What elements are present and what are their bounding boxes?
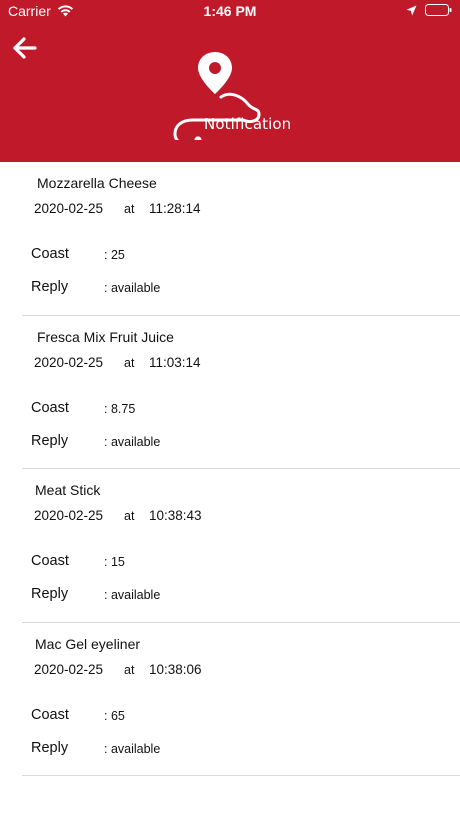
reply-value: : available bbox=[104, 741, 161, 756]
coast-value: : 8.75 bbox=[104, 401, 136, 416]
status-bar: Carrier 1:46 PM bbox=[0, 0, 460, 22]
back-arrow-icon[interactable] bbox=[12, 36, 38, 60]
product-name: Mac Gel eyeliner bbox=[35, 635, 141, 652]
coast-value: : 65 bbox=[104, 708, 125, 723]
product-name: Mozzarella Cheese bbox=[37, 175, 157, 191]
notification-item[interactable]: Meat Stick 2020-02-25 at 10:38:43 Coast … bbox=[0, 469, 460, 623]
logo-text: Notification bbox=[204, 115, 292, 133]
product-name: Meat Stick bbox=[35, 482, 101, 498]
notification-list: Mozzarella Cheese 2020-02-25 at 11:28:14… bbox=[0, 162, 460, 776]
reply-label: Reply bbox=[31, 432, 69, 449]
product-name: Fresca Mix Fruit Juice bbox=[37, 328, 174, 345]
reply-value: : available bbox=[104, 281, 161, 295]
reply-label: Reply bbox=[31, 739, 69, 756]
coast-value: : 25 bbox=[104, 248, 125, 262]
status-time: 1:46 PM bbox=[203, 3, 257, 19]
notification-item[interactable]: Fresca Mix Fruit Juice 2020-02-25 at 11:… bbox=[0, 316, 460, 470]
coast-label: Coast bbox=[31, 399, 69, 416]
notification-time: 10:38:43 bbox=[149, 508, 202, 523]
coast-label: Coast bbox=[31, 246, 69, 262]
notification-date: 2020-02-25 bbox=[34, 508, 104, 523]
coast-value: : 15 bbox=[104, 555, 125, 569]
at-label: at bbox=[124, 662, 135, 677]
at-label: at bbox=[124, 509, 135, 523]
coast-label: Coast bbox=[31, 706, 69, 723]
at-label: at bbox=[124, 202, 135, 216]
status-right bbox=[406, 4, 452, 16]
notification-date: 2020-02-25 bbox=[34, 201, 104, 216]
notification-date: 2020-02-25 bbox=[34, 661, 104, 677]
notification-item[interactable]: Mozzarella Cheese 2020-02-25 at 11:28:14… bbox=[0, 162, 460, 316]
notification-time: 11:28:14 bbox=[149, 201, 201, 216]
coast-label: Coast bbox=[31, 553, 69, 569]
at-label: at bbox=[124, 355, 135, 370]
header: Notification bbox=[0, 22, 460, 162]
reply-value: : available bbox=[104, 588, 161, 602]
reply-label: Reply bbox=[31, 279, 69, 295]
notification-time: 11:03:14 bbox=[149, 354, 201, 370]
notification-time: 10:38:06 bbox=[149, 661, 202, 677]
battery-icon bbox=[425, 4, 452, 16]
notification-item[interactable]: Mac Gel eyeliner 2020-02-25 at 10:38:06 … bbox=[0, 623, 460, 777]
location-arrow-icon bbox=[406, 5, 417, 15]
reply-value: : available bbox=[104, 434, 161, 449]
notification-date: 2020-02-25 bbox=[34, 354, 104, 370]
reply-label: Reply bbox=[31, 586, 69, 602]
